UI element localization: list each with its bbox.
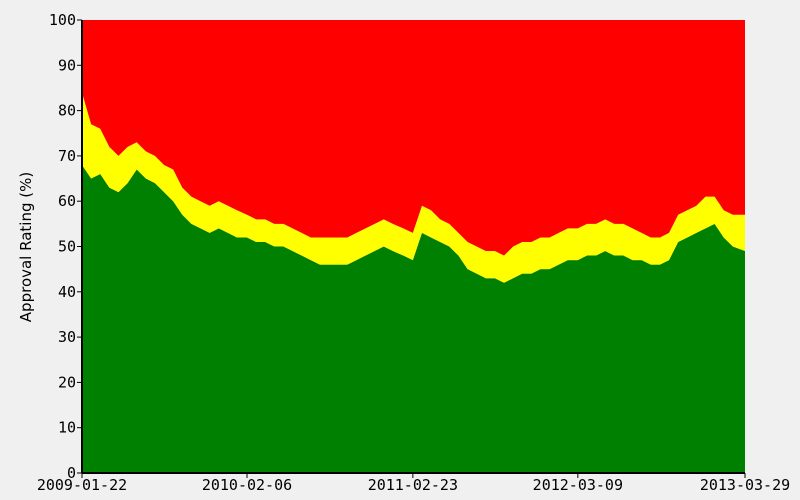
x-tick-label: 2013-03-29 [700,476,790,494]
x-tick-label: 2010-02-06 [202,476,292,494]
y-tick-label: 50 [58,238,76,256]
y-tick-label: 70 [58,147,76,165]
x-tick-label: 2011-02-23 [368,476,458,494]
x-axis-ticks: 2009-01-22 2010-02-06 2011-02-23 2012-03-09… [37,473,790,494]
y-axis-label: Approval Rating (%) [17,172,35,322]
y-tick-label: 20 [58,373,76,391]
x-tick-label: 2012-03-09 [533,476,623,494]
y-axis-ticks: 0102030405060708090100 [49,11,82,482]
stacked-areas [82,20,745,473]
y-tick-label: 30 [58,328,76,346]
y-tick-label: 10 [58,419,76,437]
y-tick-label: 100 [49,11,76,29]
y-tick-label: 40 [58,283,76,301]
x-tick-label: 2009-01-22 [37,476,127,494]
y-tick-label: 60 [58,192,76,210]
y-tick-label: 90 [58,56,76,74]
y-tick-label: 80 [58,102,76,120]
approval-rating-chart: 0102030405060708090100 2009-01-22 2010-02… [17,11,790,494]
